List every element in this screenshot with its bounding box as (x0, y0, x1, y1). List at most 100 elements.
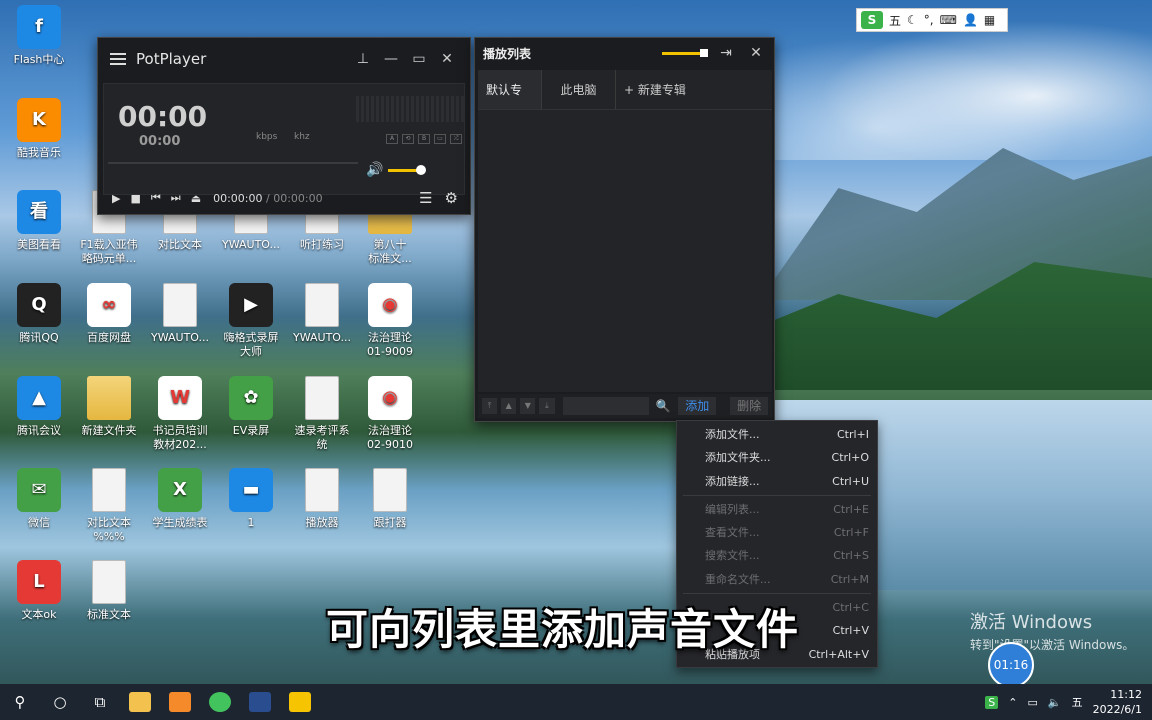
spectrum-visualizer (356, 96, 464, 122)
mini-buttons: A ⟲ B ▭ ⤮ (386, 134, 462, 144)
desktop-icon[interactable]: Q 腾讯QQ (0, 283, 78, 345)
desktop-icon[interactable]: W 书记员培训 教材202... (141, 376, 219, 452)
battery-icon[interactable]: ▭ (1027, 696, 1037, 709)
punctuation-icon[interactable]: °, (924, 13, 934, 27)
move-bottom-icon[interactable]: ⤓ (539, 398, 555, 414)
floating-clock[interactable]: 01:16 (988, 642, 1034, 688)
ime-indicator[interactable]: 五 (1072, 694, 1083, 710)
sogou-tray-icon[interactable]: S (985, 695, 999, 709)
potplayer-window[interactable]: PotPlayer ⊥ — ▭ ✕ 00:00 00:00 kbps khz A… (97, 37, 471, 215)
context-menu-item[interactable]: 添加文件夹... Ctrl+O (677, 446, 877, 469)
desktop-icon[interactable]: 跟打器 (351, 468, 429, 530)
mini-control-button[interactable]: ▭ (434, 134, 446, 144)
desktop-icon[interactable]: ▲ 腾讯会议 (0, 376, 78, 438)
search-icon[interactable]: 🔍 (655, 399, 670, 413)
desktop-icon[interactable]: X 学生成绩表 (141, 468, 219, 530)
ime-toolbar[interactable]: S 五 ☾ °, ⌨ 👤 ▦ (856, 8, 1008, 32)
desktop-icon[interactable]: ▶ 嗨格式录屏 大师 (212, 283, 290, 359)
maximize-icon[interactable]: ▭ (408, 48, 430, 70)
desktop-icon[interactable]: ◉ 法治理论 01-9009 (351, 283, 429, 359)
clock-time: 11:12 (1110, 688, 1142, 701)
desktop-icon[interactable]: 播放器 (283, 468, 361, 530)
desktop-icon-label: 标准文本 (87, 608, 131, 621)
mini-control-button[interactable]: B (418, 134, 430, 144)
desktop-icon[interactable]: 标准文本 (70, 560, 148, 622)
seek-bar[interactable] (108, 162, 358, 164)
ime-mode[interactable]: 五 (889, 12, 901, 29)
tab-new-album[interactable]: + 新建专辑 (616, 70, 694, 109)
desktop-icon[interactable]: ∞ 百度网盘 (70, 283, 148, 345)
play-icon[interactable]: ▶ (112, 192, 120, 205)
volume-knob[interactable] (416, 165, 426, 175)
desktop-icon[interactable]: L 文本ok (0, 560, 78, 622)
pin-icon[interactable]: ⊥ (352, 48, 374, 70)
potplayer-titlebar[interactable]: PotPlayer ⊥ — ▭ ✕ (98, 38, 470, 80)
taskbar-app[interactable] (240, 684, 280, 720)
taskbar-potplayer[interactable] (280, 684, 320, 720)
app-icon: ∞ (87, 283, 131, 327)
desktop-icon[interactable]: 速录考评系 统 (283, 376, 361, 452)
desktop-icon[interactable]: 看美图看看 (0, 190, 78, 252)
close-icon[interactable]: ✕ (746, 43, 766, 63)
playlist-titlebar[interactable]: 播放列表 ⇥ ✕ (475, 38, 774, 68)
desktop-icon[interactable]: 对比文本 %%% (70, 468, 148, 544)
desktop-icon[interactable]: ▬ 1 (212, 468, 290, 530)
add-button[interactable]: 添加 (678, 397, 717, 415)
keyboard-icon[interactable]: ⌨ (940, 13, 957, 27)
desktop-icon-label: 播放器 (305, 516, 339, 529)
desktop-icon[interactable]: ✉ 微信 (0, 468, 78, 530)
next-icon[interactable]: ⏭ (171, 191, 181, 205)
desktop-icon[interactable]: YWAUTO... (283, 283, 361, 345)
taskbar-kuwo[interactable] (160, 684, 200, 720)
desktop-icon[interactable]: YWAUTO... (141, 283, 219, 345)
context-menu-item[interactable]: 添加文件... Ctrl+I (677, 423, 877, 446)
move-up-icon[interactable]: ▲ (501, 398, 517, 414)
sogou-logo-icon[interactable]: S (861, 11, 883, 29)
app-icon (373, 468, 407, 512)
taskbar-clock[interactable]: 11:12 2022/6/1 (1093, 687, 1142, 717)
desktop-icon[interactable]: f Flash中心 (0, 5, 78, 67)
chevron-up-icon[interactable]: ⌃ (1008, 696, 1017, 709)
playlist-icon[interactable]: ☰ (419, 189, 432, 207)
eject-icon[interactable]: ⏏ (191, 192, 201, 205)
close-icon[interactable]: ✕ (436, 48, 458, 70)
stop-icon[interactable]: ■ (130, 192, 140, 205)
search-icon[interactable]: ⚲ (0, 684, 40, 720)
playlist-window[interactable]: 播放列表 ⇥ ✕ 默认专辑 此电脑 + 新建专辑 ⤒ ▲ ▼ ⤓ 🔍 添加 删除 (474, 37, 775, 422)
delete-button[interactable]: 删除 (730, 397, 768, 415)
minimize-icon[interactable]: — (380, 48, 402, 70)
playlist-search-input[interactable] (562, 397, 650, 415)
mini-control-button[interactable]: A (386, 134, 398, 144)
context-menu-item: 编辑列表... Ctrl+E (677, 498, 877, 521)
previous-icon[interactable]: ⏮ (151, 191, 161, 205)
desktop-icon[interactable]: 新建文件夹 (70, 376, 148, 438)
pin-icon[interactable]: ⇥ (716, 43, 736, 63)
task-view-icon[interactable]: ⧉ (80, 684, 120, 720)
volume-mute-icon[interactable]: 🔈 (1048, 696, 1062, 709)
app-icon: ◉ (368, 283, 412, 327)
tab-default-album[interactable]: 默认专辑 (478, 70, 542, 137)
menu-icon[interactable] (110, 53, 126, 65)
taskbar-wechat[interactable] (200, 684, 240, 720)
context-menu-item[interactable]: 添加链接... Ctrl+U (677, 470, 877, 493)
settings-gear-icon[interactable]: ⚙ (445, 189, 458, 207)
playlist-list[interactable] (478, 110, 772, 392)
cortana-icon[interactable]: ○ (40, 684, 80, 720)
playlist-volume-slider[interactable] (662, 48, 708, 57)
user-icon[interactable]: 👤 (963, 13, 978, 27)
playlist-tabs: 默认专辑 此电脑 + 新建专辑 (478, 70, 772, 137)
taskbar-explorer[interactable] (120, 684, 160, 720)
desktop-icon[interactable]: ◉ 法治理论 02-9010 (351, 376, 429, 452)
menu-separator (683, 593, 871, 595)
tab-this-pc[interactable]: 此电脑 (542, 70, 616, 109)
volume-icon[interactable]: 🔊 (366, 162, 383, 178)
desktop-icon[interactable]: K 酷我音乐 (0, 98, 78, 160)
moon-icon[interactable]: ☾ (907, 13, 918, 27)
move-down-icon[interactable]: ▼ (520, 398, 536, 414)
mini-control-button[interactable]: ⤮ (450, 134, 462, 144)
menu-item-shortcut: Ctrl+C (832, 601, 869, 615)
mini-control-button[interactable]: ⟲ (402, 134, 414, 144)
desktop-icon[interactable]: ✿ EV录屏 (212, 376, 290, 438)
move-top-icon[interactable]: ⤒ (482, 398, 498, 414)
grid-icon[interactable]: ▦ (984, 13, 995, 27)
